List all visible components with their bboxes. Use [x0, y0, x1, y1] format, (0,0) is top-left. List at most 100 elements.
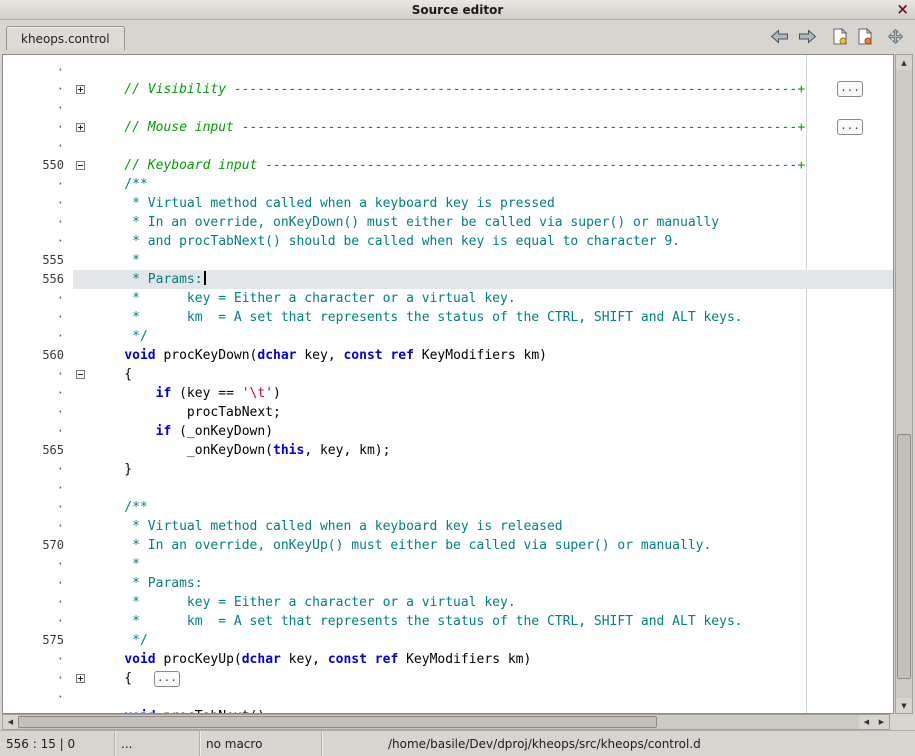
code-line[interactable]: 550 // Keyboard input ------------------…	[3, 156, 893, 175]
line-dot[interactable]: ·	[3, 650, 73, 669]
code-line[interactable]: · /**	[3, 498, 893, 517]
line-dot[interactable]: ·	[3, 669, 73, 688]
line-dot[interactable]: ·	[3, 479, 73, 498]
fold-toggle[interactable]	[76, 674, 85, 683]
line-dot[interactable]: ·	[3, 99, 73, 118]
tab-kheops-control[interactable]: kheops.control	[6, 26, 125, 50]
fold-toggle[interactable]	[76, 370, 85, 379]
line-number[interactable]: 556	[3, 270, 73, 289]
folded-region-ellipsis[interactable]: ...	[154, 671, 180, 687]
line-dot[interactable]: ·	[3, 365, 73, 384]
back-button[interactable]	[770, 29, 789, 44]
code-line[interactable]: · if (key == '\t')	[3, 384, 893, 403]
code-line[interactable]: · // Visibility ------------------------…	[3, 80, 893, 99]
code-line[interactable]: · // Mouse input -----------------------…	[3, 118, 893, 137]
line-number[interactable]: 550	[3, 156, 73, 175]
line-dot[interactable]: ·	[3, 118, 73, 137]
line-dot[interactable]: ·	[3, 80, 73, 99]
line-dot[interactable]: ·	[3, 555, 73, 574]
code-line[interactable]: · */	[3, 327, 893, 346]
line-dot[interactable]: ·	[3, 612, 73, 631]
line-dot[interactable]: ·	[3, 232, 73, 251]
fold-toggle[interactable]	[76, 85, 85, 94]
save-as-button[interactable]	[857, 28, 873, 45]
vertical-scroll-track[interactable]	[896, 70, 912, 698]
folded-region-ellipsis[interactable]: ...	[837, 81, 863, 97]
code-text: void procTabNext()	[93, 707, 893, 714]
fold-toggle[interactable]	[76, 161, 85, 170]
code-area[interactable]: ·· // Visibility -----------------------…	[2, 54, 894, 714]
forward-button[interactable]	[798, 29, 817, 44]
code-line[interactable]: · void procTabNext()	[3, 707, 893, 714]
code-line[interactable]: · procTabNext;	[3, 403, 893, 422]
line-dot[interactable]: ·	[3, 403, 73, 422]
horizontal-scroll-thumb[interactable]	[18, 716, 657, 728]
scroll-left-end-icon[interactable]: ◀	[859, 715, 874, 729]
line-number[interactable]: 555	[3, 251, 73, 270]
code-line[interactable]: · void procKeyUp(dchar key, const ref Ke…	[3, 650, 893, 669]
line-number[interactable]: 565	[3, 441, 73, 460]
line-dot[interactable]: ·	[3, 308, 73, 327]
move-handle[interactable]	[888, 29, 903, 44]
code-line[interactable]: · * In an override, onKeyDown() must eit…	[3, 213, 893, 232]
line-dot[interactable]: ·	[3, 517, 73, 536]
code-line[interactable]: · * km = A set that represents the statu…	[3, 308, 893, 327]
folded-region-ellipsis[interactable]: ...	[837, 119, 863, 135]
scroll-down-icon[interactable]: ▼	[896, 698, 912, 713]
code-line[interactable]: · * Params:	[3, 574, 893, 593]
horizontal-scroll-track[interactable]	[18, 715, 859, 729]
code-line[interactable]: 555 *	[3, 251, 893, 270]
line-dot[interactable]: ·	[3, 327, 73, 346]
horizontal-scrollbar[interactable]: ◀ ◀ ▶	[2, 714, 890, 730]
scroll-right-icon[interactable]: ▶	[874, 715, 889, 729]
code-line[interactable]: ·	[3, 99, 893, 118]
save-button[interactable]	[832, 28, 848, 45]
code-line[interactable]: · * key = Either a character or a virtua…	[3, 593, 893, 612]
line-dot[interactable]: ·	[3, 213, 73, 232]
vertical-scrollbar[interactable]: ▲ ▼	[895, 54, 913, 714]
code-line[interactable]: ·	[3, 61, 893, 80]
line-dot[interactable]: ·	[3, 384, 73, 403]
code-line[interactable]: · * km = A set that represents the statu…	[3, 612, 893, 631]
code-line[interactable]: ·	[3, 137, 893, 156]
scroll-up-icon[interactable]: ▲	[896, 55, 912, 70]
code-line[interactable]: · * Virtual method called when a keyboar…	[3, 517, 893, 536]
code-line[interactable]: · /**	[3, 175, 893, 194]
vertical-scroll-thumb[interactable]	[897, 434, 911, 679]
line-number[interactable]: 575	[3, 631, 73, 650]
code-line[interactable]: · * Virtual method called when a keyboar…	[3, 194, 893, 213]
line-dot[interactable]: ·	[3, 460, 73, 479]
line-dot[interactable]: ·	[3, 593, 73, 612]
code-line[interactable]: · *	[3, 555, 893, 574]
code-line[interactable]: · {	[3, 365, 893, 384]
line-dot[interactable]: ·	[3, 137, 73, 156]
line-dot[interactable]: ·	[3, 289, 73, 308]
line-dot[interactable]: ·	[3, 422, 73, 441]
line-dot[interactable]: ·	[3, 498, 73, 517]
code-line[interactable]: · * key = Either a character or a virtua…	[3, 289, 893, 308]
line-dot[interactable]: ·	[3, 688, 73, 707]
line-dot[interactable]: ·	[3, 707, 73, 714]
code-line[interactable]: 560 void procKeyDown(dchar key, const re…	[3, 346, 893, 365]
close-icon[interactable]: ×	[896, 1, 909, 18]
line-number[interactable]: 560	[3, 346, 73, 365]
code-line[interactable]: 556 * Params:	[3, 270, 893, 289]
code-line[interactable]: · * and procTabNext() should be called w…	[3, 232, 893, 251]
code-line[interactable]: ·	[3, 479, 893, 498]
line-dot[interactable]: ·	[3, 194, 73, 213]
code-line[interactable]: · }	[3, 460, 893, 479]
code-line[interactable]: 570 * In an override, onKeyUp() must eit…	[3, 536, 893, 555]
code-line[interactable]: ·	[3, 688, 893, 707]
fold-column	[73, 441, 93, 460]
line-dot[interactable]: ·	[3, 175, 73, 194]
fold-toggle[interactable]	[76, 123, 85, 132]
line-dot[interactable]: ·	[3, 61, 73, 80]
code-line[interactable]: 565 _onKeyDown(this, key, km);	[3, 441, 893, 460]
scroll-left-icon[interactable]: ◀	[3, 715, 18, 729]
line-number[interactable]: 570	[3, 536, 73, 555]
line-dot[interactable]: ·	[3, 574, 73, 593]
code-line[interactable]: · { ...	[3, 669, 893, 688]
code-line[interactable]: 575 */	[3, 631, 893, 650]
code-line[interactable]: · if (_onKeyDown)	[3, 422, 893, 441]
code-token: ref	[375, 652, 398, 667]
